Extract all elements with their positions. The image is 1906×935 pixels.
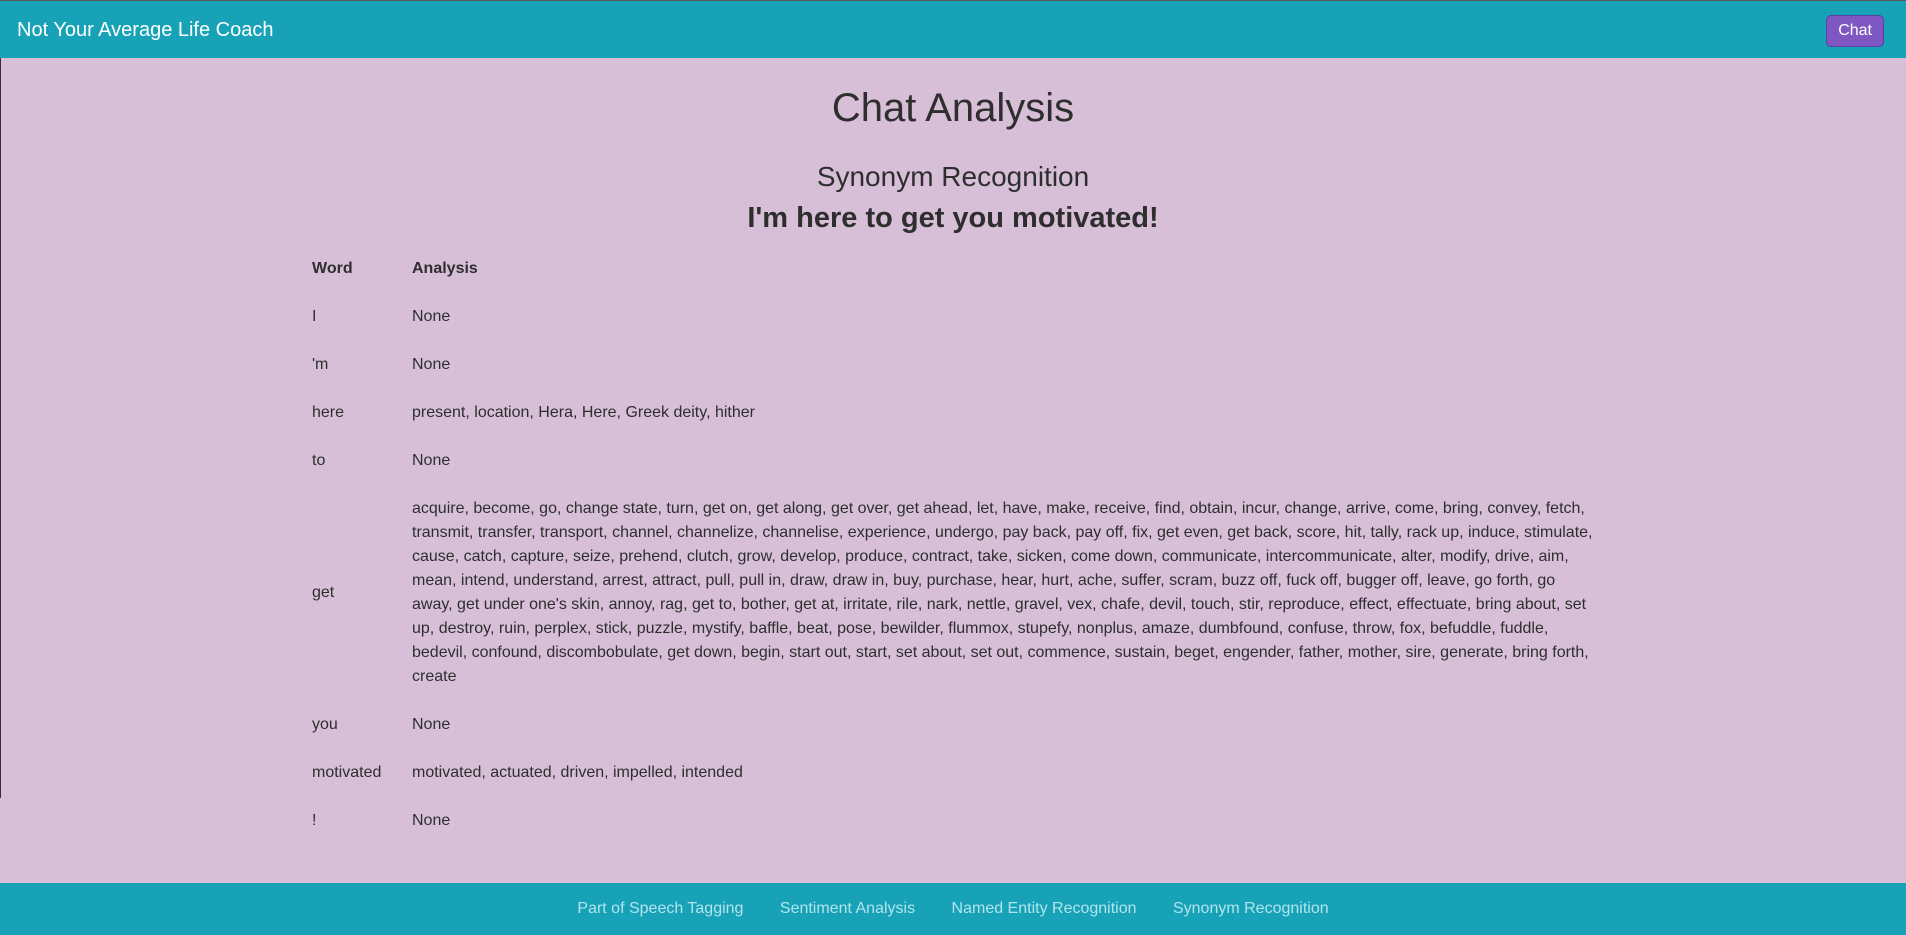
analysis-cell: None	[412, 812, 451, 829]
column-header-word: Word	[312, 260, 353, 277]
word-cell: get	[312, 584, 335, 601]
table-row: I None	[300, 293, 1606, 341]
chat-button[interactable]: Chat	[1826, 15, 1884, 47]
analysis-table: Word Analysis I None 'm None here presen…	[300, 245, 1606, 845]
page-title: Chat Analysis	[831, 86, 1075, 130]
table-header-row: Word Analysis	[300, 245, 1606, 293]
word-cell: !	[312, 812, 317, 829]
table-row: ! None	[300, 797, 1606, 845]
column-header-analysis: Analysis	[412, 260, 478, 277]
analysis-cell: None	[412, 452, 451, 469]
analyzed-message: I'm here to get you motivated!	[747, 202, 1159, 234]
footer-link-pos-tagging[interactable]: Part of Speech Tagging	[577, 900, 743, 917]
top-navbar: Not Your Average Life Coach Chat	[0, 0, 1906, 58]
analysis-cell: None	[412, 356, 451, 373]
table-row: 'm None	[300, 341, 1606, 389]
word-cell: here	[312, 404, 345, 421]
analysis-cell: None	[412, 716, 451, 733]
footer-link-sentiment-analysis[interactable]: Sentiment Analysis	[780, 900, 915, 917]
word-cell: 'm	[312, 356, 329, 373]
footer-link-synonym-recognition[interactable]: Synonym Recognition	[1173, 900, 1329, 917]
table-row: get acquire, become, go, change state, t…	[300, 485, 1606, 701]
word-cell: to	[312, 452, 326, 469]
brand-title[interactable]: Not Your Average Life Coach	[17, 18, 273, 42]
footer-nav: Part of Speech Tagging Sentiment Analysi…	[0, 883, 1906, 935]
table-row: to None	[300, 437, 1606, 485]
section-title: Synonym Recognition	[816, 161, 1090, 192]
analysis-cell: acquire, become, go, change state, turn,…	[412, 500, 1593, 685]
analysis-cell: motivated, actuated, driven, impelled, i…	[412, 764, 743, 781]
table-row: motivated motivated, actuated, driven, i…	[300, 749, 1606, 797]
main-content: Chat Analysis Synonym Recognition I'm he…	[0, 58, 1906, 883]
word-cell: motivated	[312, 764, 382, 781]
table-row: here present, location, Hera, Here, Gree…	[300, 389, 1606, 437]
word-cell: you	[312, 716, 338, 733]
analysis-cell: present, location, Hera, Here, Greek dei…	[412, 404, 755, 421]
word-cell: I	[312, 308, 317, 325]
analysis-cell: None	[412, 308, 451, 325]
table-row: you None	[300, 701, 1606, 749]
footer-link-named-entity-recognition[interactable]: Named Entity Recognition	[952, 900, 1137, 917]
